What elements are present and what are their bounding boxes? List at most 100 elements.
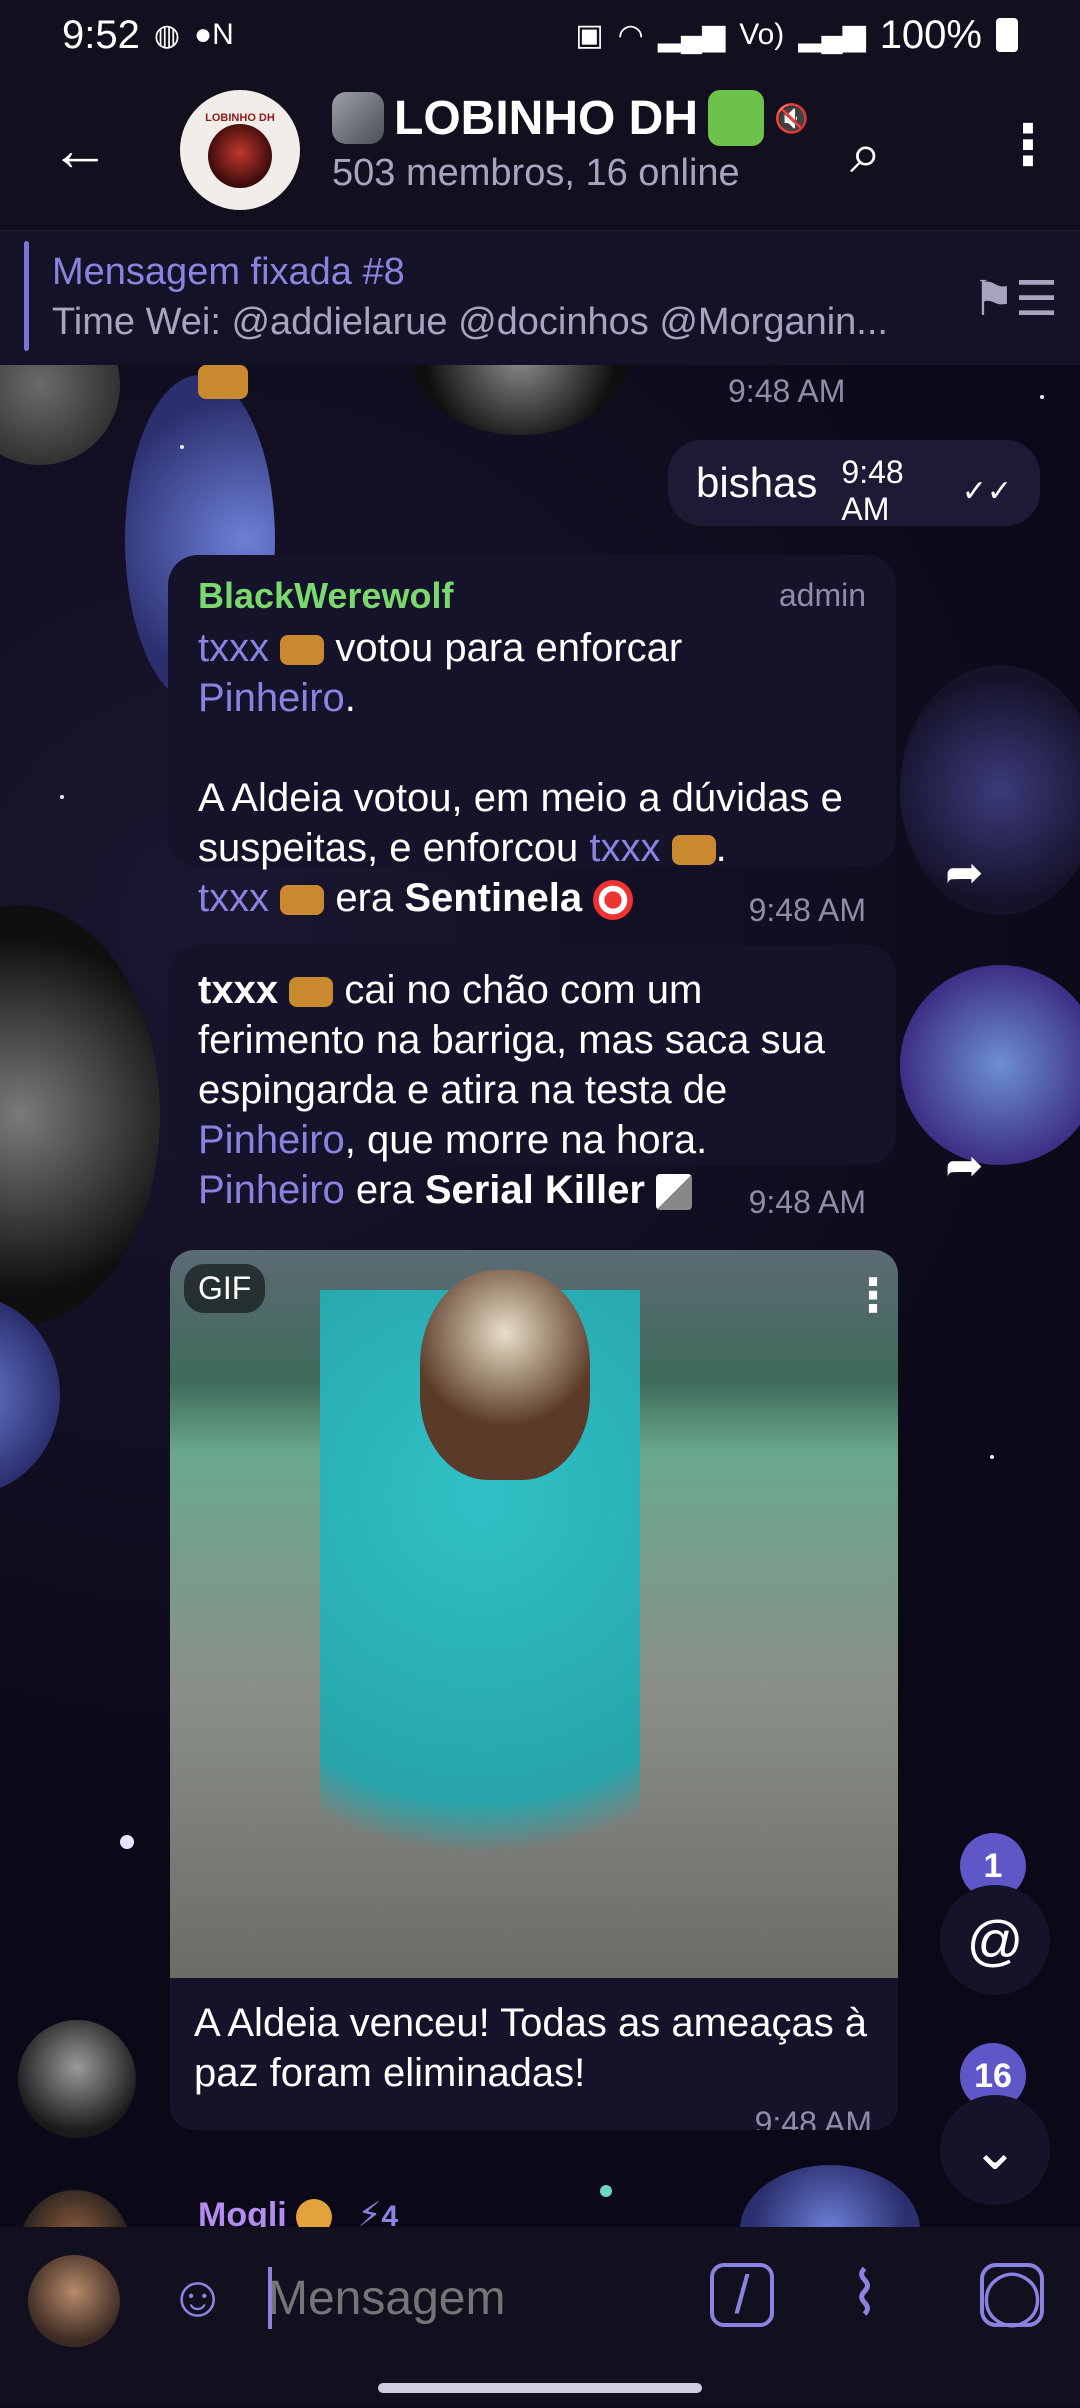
signal-icon: ▂▄▆ xyxy=(657,18,726,52)
message-text: era xyxy=(335,876,405,920)
share-arrow-icon[interactable]: ➦ xyxy=(945,1138,1001,1194)
message-time: 9:48 AM xyxy=(754,2105,872,2130)
paperclip-icon[interactable]: ⌇ xyxy=(850,2259,879,2329)
more-vert-icon[interactable]: ⋮ xyxy=(1000,112,1056,178)
planet-decoration xyxy=(740,2165,920,2227)
double-check-icon: ✓✓ xyxy=(961,474,1012,508)
boost-count: 4 xyxy=(381,2200,399,2227)
signal-2-icon: ▂▄▆ xyxy=(798,18,866,52)
gif-person-head xyxy=(420,1270,590,1480)
message-time: 9:48 AM xyxy=(841,454,904,527)
avatar-label: LOBINHO DH xyxy=(205,112,275,124)
planet-decoration xyxy=(0,1295,60,1495)
incoming-message[interactable]: txxx cai no chão com um ferimento na bar… xyxy=(168,945,896,1220)
back-arrow-icon[interactable]: ← xyxy=(50,120,110,180)
partial-message-time: 9:48 AM xyxy=(728,373,846,409)
mention-link[interactable]: txxx xyxy=(198,626,269,670)
target-emoji-icon xyxy=(593,880,634,921)
battery-percent: 100% xyxy=(879,12,982,57)
pinned-indicator xyxy=(24,241,29,351)
tiger-emoji-icon xyxy=(289,977,334,1008)
outgoing-message[interactable]: bishas 9:48 AM ✓✓ xyxy=(668,440,1040,527)
wolf-logo-icon xyxy=(208,124,272,188)
star-decoration xyxy=(60,795,64,799)
puzzle-emoji-icon xyxy=(707,90,764,146)
chat-title-block[interactable]: LOBINHO DH 🔇 503 membros, 16 online xyxy=(332,90,809,195)
tiger-emoji-icon xyxy=(671,835,716,866)
status-time: 9:52 xyxy=(62,12,140,57)
mute-icon: 🔇 xyxy=(773,102,809,134)
star-decoration xyxy=(1040,395,1044,399)
home-indicator xyxy=(378,2383,702,2393)
sender-avatar[interactable] xyxy=(18,2020,136,2138)
status-bar: 9:52 ◍ ●N ▣ ◠ ▂▄▆ Vo) ▂▄▆ 100% xyxy=(0,0,1080,70)
message-text: . xyxy=(715,826,727,870)
planet-decoration xyxy=(410,365,630,435)
message-body: txxx votou para enforcar Pinheiro. A Ald… xyxy=(198,623,866,928)
gif-more-icon[interactable]: ⋮ xyxy=(850,1268,896,1322)
mention-link[interactable]: txxx xyxy=(198,876,269,920)
message-composer: ☺ / ⌇ ◯ xyxy=(0,2227,1080,2407)
battery-icon xyxy=(996,18,1018,52)
chat-area[interactable]: 9:48 AM bishas 9:48 AM ✓✓ BlackWerewolf … xyxy=(0,365,1080,2227)
group-subtitle: 503 membros, 16 online xyxy=(332,152,740,194)
gif-media[interactable] xyxy=(170,1250,898,1980)
emoji-smile-icon[interactable]: ☺ xyxy=(168,2263,227,2330)
horse-emoji-icon xyxy=(332,92,384,144)
pinned-text: Time Wei: @addielarue @docinhos @Morgani… xyxy=(52,301,888,343)
my-avatar[interactable] xyxy=(28,2255,120,2347)
mention-bold: txxx xyxy=(198,968,279,1012)
pinned-title: Mensagem fixada #8 xyxy=(52,251,405,293)
incoming-message[interactable]: BlackWerewolf admin txxx votou para enfo… xyxy=(168,555,896,928)
mention-link[interactable]: Pinheiro xyxy=(198,676,345,720)
planet-decoration xyxy=(900,965,1080,1165)
admin-badge: admin xyxy=(778,577,866,613)
planet-decoration xyxy=(0,365,120,465)
on-icon: ●N xyxy=(194,18,234,51)
wifi-icon: ◠ xyxy=(617,18,644,52)
message-text: , que morre na hora. xyxy=(344,1118,708,1162)
message-time: 9:48 AM xyxy=(748,892,866,928)
mention-link[interactable]: txxx xyxy=(589,826,660,870)
volte-icon: Vo) xyxy=(739,18,785,51)
gif-caption: A Aldeia venceu! Todas as ameaças à paz … xyxy=(194,2001,868,2095)
sender-name[interactable]: BlackWerewolf xyxy=(198,575,866,617)
scroll-down-button[interactable]: ⌄ xyxy=(940,2095,1050,2205)
message-text: era xyxy=(344,1168,425,1212)
role-text: Sentinela xyxy=(404,876,583,920)
message-text: bishas xyxy=(696,459,818,506)
share-arrow-icon[interactable]: ➦ xyxy=(945,845,1001,901)
tiger-emoji-icon xyxy=(280,885,325,916)
bot-command-icon[interactable]: / xyxy=(710,2263,774,2327)
group-avatar[interactable]: LOBINHO DH xyxy=(180,90,300,210)
sender-avatar[interactable] xyxy=(20,2190,130,2227)
message-text: . xyxy=(344,676,356,720)
boost-icon: ⚡ xyxy=(357,2196,382,2227)
chat-header: ← LOBINHO DH LOBINHO DH 🔇 503 membros, 1… xyxy=(0,70,1080,230)
camera-icon[interactable]: ◯ xyxy=(980,2263,1044,2327)
message-text: A Aldeia votou, em meio a dúvidas e susp… xyxy=(198,776,843,870)
pin-list-icon[interactable]: ⚑☰ xyxy=(972,271,1058,327)
group-title: LOBINHO DH xyxy=(394,91,698,145)
role-text: Serial Killer xyxy=(424,1168,645,1212)
planet-decoration xyxy=(0,905,160,1325)
star-decoration xyxy=(600,2185,612,2197)
message-input[interactable] xyxy=(268,2263,668,2333)
battery-saver-icon: ▣ xyxy=(575,18,604,52)
whatsapp-icon: ◍ xyxy=(153,18,181,52)
star-decoration xyxy=(120,1835,134,1849)
mention-at-button[interactable]: @ xyxy=(940,1885,1050,1995)
search-icon[interactable]: ⌕ xyxy=(850,120,881,187)
star-decoration xyxy=(180,445,184,449)
mention-link[interactable]: Pinheiro xyxy=(198,1168,345,1212)
cat-emoji-icon xyxy=(296,2199,333,2227)
mention-link[interactable]: Pinheiro xyxy=(198,1118,345,1162)
knife-emoji-icon xyxy=(656,1174,693,1211)
message-text: votou para enforcar xyxy=(335,626,683,670)
message-time: 9:48 AM xyxy=(748,1184,866,1220)
pinned-message-bar[interactable]: Mensagem fixada #8 Time Wei: @addielarue… xyxy=(0,230,1080,365)
sender-name[interactable]: Mogli xyxy=(198,2196,287,2227)
tiger-emoji-icon xyxy=(280,635,325,666)
tiger-emoji-icon xyxy=(198,365,248,399)
gif-message[interactable]: GIF ⋮ A Aldeia venceu! Todas as ameaças … xyxy=(170,1250,898,2130)
